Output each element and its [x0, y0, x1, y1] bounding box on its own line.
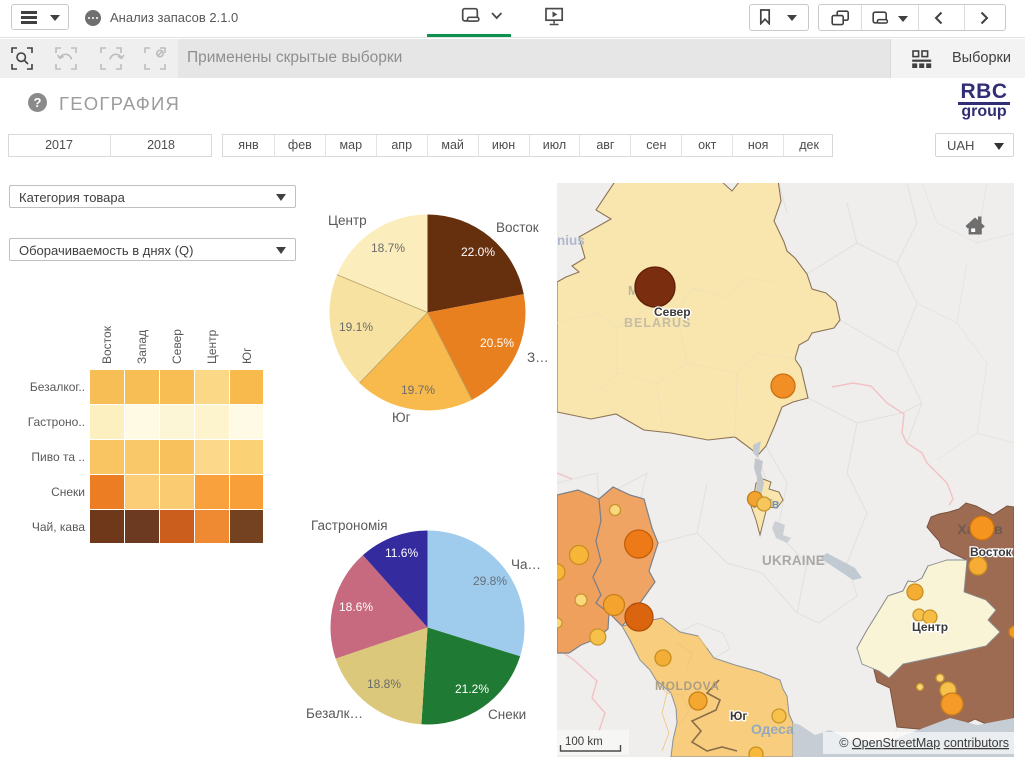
svg-text:UKRAINE: UKRAINE: [762, 553, 825, 568]
svg-text:nius: nius: [557, 233, 585, 248]
svg-text:Центр: Центр: [912, 620, 948, 634]
svg-text:Одеса: Одеса: [751, 721, 794, 737]
svg-text:100 km: 100 km: [565, 736, 603, 748]
svg-text:© OpenStreetMap contributors: © OpenStreetMap contributors: [839, 736, 1009, 750]
svg-text:Восток: Восток: [970, 545, 1013, 559]
svg-text:MOLDOVA: MOLDOVA: [655, 679, 720, 693]
svg-text:Север: Север: [654, 305, 691, 319]
svg-text:Юг: Юг: [730, 709, 747, 723]
